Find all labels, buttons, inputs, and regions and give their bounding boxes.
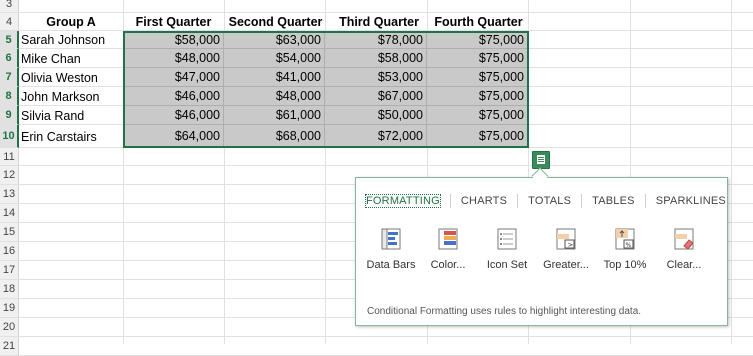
- quick-analysis-tabs: FORMATTING CHARTS TOTALS TABLES SPARKLIN…: [365, 194, 736, 208]
- value-cell[interactable]: $58,000: [123, 31, 224, 49]
- value-cell[interactable]: $47,000: [123, 68, 224, 87]
- quick-analysis-button[interactable]: [532, 151, 550, 169]
- name-cell[interactable]: John Markson: [19, 88, 123, 106]
- greater-than-icon: >: [556, 228, 576, 250]
- name-cell[interactable]: Silvia Rand: [19, 107, 123, 125]
- data-bars-icon: [381, 228, 401, 250]
- tab-totals[interactable]: TOTALS: [517, 194, 581, 208]
- tab-formatting[interactable]: FORMATTING: [365, 194, 450, 208]
- value-cell[interactable]: $75,000: [427, 125, 528, 148]
- value-cell[interactable]: $61,000: [224, 106, 325, 125]
- row-header[interactable]: 21: [0, 337, 19, 356]
- tab-sparklines[interactable]: SPARKLINES: [644, 194, 736, 208]
- row-header[interactable]: 4: [0, 13, 19, 31]
- value-cell[interactable]: $48,000: [123, 49, 224, 68]
- value-cell[interactable]: $54,000: [224, 49, 325, 68]
- value-cell[interactable]: $75,000: [427, 87, 528, 106]
- row-header[interactable]: 17: [0, 261, 19, 280]
- tab-tables[interactable]: TABLES: [581, 194, 645, 208]
- greater-than-label: Greater...: [543, 259, 589, 271]
- row-header[interactable]: 20: [0, 318, 19, 337]
- row-header[interactable]: 14: [0, 204, 19, 223]
- value-cell[interactable]: $63,000: [224, 31, 325, 49]
- value-cell[interactable]: $58,000: [325, 49, 427, 68]
- name-cell[interactable]: Erin Carstairs: [19, 128, 123, 146]
- tab-charts[interactable]: CHARTS: [449, 194, 517, 208]
- sheet-row: [19, 337, 753, 356]
- value-cell[interactable]: $75,000: [427, 31, 528, 49]
- row-header[interactable]: 13: [0, 185, 19, 204]
- row-header[interactable]: 18: [0, 280, 19, 299]
- value-cell[interactable]: $75,000: [427, 106, 528, 125]
- header-group-a[interactable]: Group A: [19, 13, 123, 31]
- color-scale-label: Color...: [430, 259, 466, 271]
- data-bars-label: Data Bars: [366, 259, 416, 271]
- value-cell[interactable]: $50,000: [325, 106, 427, 125]
- quick-analysis-panel: FORMATTING CHARTS TOTALS TABLES SPARKLIN…: [355, 177, 728, 326]
- value-cell[interactable]: $64,000: [123, 125, 224, 148]
- data-bars-option[interactable]: Data Bars: [362, 228, 420, 271]
- clear-format-label: Clear...: [666, 259, 702, 271]
- row-header[interactable]: 10: [0, 125, 19, 148]
- value-cell[interactable]: $41,000: [224, 68, 325, 87]
- name-cell[interactable]: Olivia Weston: [19, 69, 123, 87]
- value-cell[interactable]: $75,000: [427, 68, 528, 87]
- panel-description: Conditional Formatting uses rules to hig…: [367, 306, 642, 317]
- value-cell[interactable]: $78,000: [325, 31, 427, 49]
- value-cell[interactable]: $67,000: [325, 87, 427, 106]
- color-scale-option[interactable]: Color...: [419, 228, 477, 271]
- header-second-quarter[interactable]: Second Quarter: [224, 13, 327, 31]
- top-10-percent-label: Top 10%: [603, 259, 647, 271]
- color-scale-icon: [438, 228, 458, 250]
- header-fourth-quarter[interactable]: Fourth Quarter: [428, 13, 529, 31]
- formatting-options: Data Bars Color... Icon Set > Greater...…: [362, 228, 722, 278]
- value-cell[interactable]: $48,000: [224, 87, 325, 106]
- svg-text:>: >: [568, 241, 574, 249]
- value-cell[interactable]: $72,000: [325, 125, 427, 148]
- top-10-percent-icon: %: [615, 228, 635, 250]
- quick-analysis-icon: [537, 155, 545, 164]
- row-header[interactable]: 3: [0, 0, 19, 13]
- sheet-row: [19, 0, 753, 13]
- name-cell[interactable]: Mike Chan: [19, 50, 123, 68]
- row-header[interactable]: 16: [0, 242, 19, 261]
- top-10-percent-option[interactable]: % Top 10%: [596, 228, 654, 271]
- icon-set-option[interactable]: Icon Set: [478, 228, 536, 271]
- sheet-row: [19, 148, 753, 166]
- row-header[interactable]: 9: [0, 106, 19, 125]
- row-header[interactable]: 15: [0, 223, 19, 242]
- row-header[interactable]: 5: [0, 31, 19, 49]
- row-header[interactable]: 12: [0, 166, 19, 185]
- icon-set-label: Icon Set: [486, 259, 528, 271]
- name-cell[interactable]: Sarah Johnson: [19, 31, 123, 49]
- value-cell[interactable]: $75,000: [427, 49, 528, 68]
- row-header[interactable]: 11: [0, 148, 19, 166]
- value-cell[interactable]: $53,000: [325, 68, 427, 87]
- svg-text:%: %: [626, 242, 632, 249]
- greater-than-option[interactable]: > Greater...: [537, 228, 595, 271]
- value-cell[interactable]: $46,000: [123, 106, 224, 125]
- value-cell[interactable]: $68,000: [224, 125, 325, 148]
- row-header[interactable]: 8: [0, 87, 19, 106]
- row-header[interactable]: 6: [0, 49, 19, 68]
- header-first-quarter[interactable]: First Quarter: [123, 13, 224, 31]
- clear-format-option[interactable]: Clear...: [655, 228, 713, 271]
- row-header[interactable]: 7: [0, 68, 19, 87]
- value-cell[interactable]: $46,000: [123, 87, 224, 106]
- header-third-quarter[interactable]: Third Quarter: [329, 13, 429, 31]
- icon-set-icon: [497, 228, 517, 250]
- clear-format-icon: [674, 228, 694, 250]
- row-header[interactable]: 19: [0, 299, 19, 318]
